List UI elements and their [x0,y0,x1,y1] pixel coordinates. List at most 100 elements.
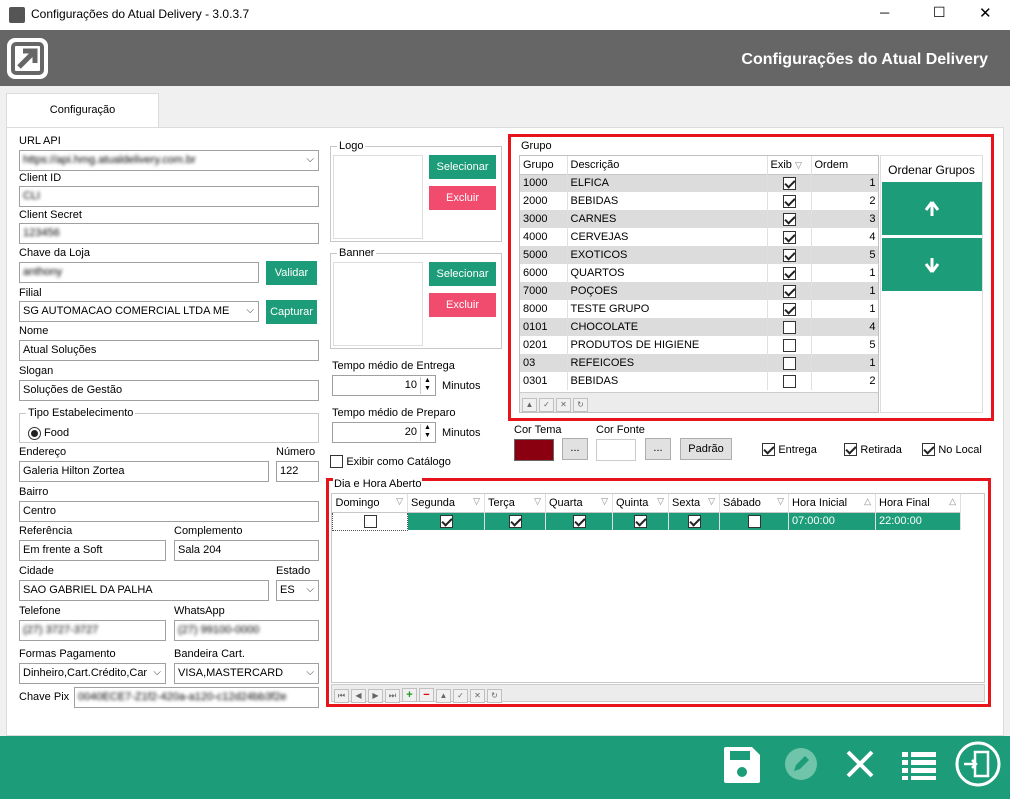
minimize-button[interactable]: ─ [880,5,889,20]
nav-refresh-icon[interactable]: ↻ [487,689,502,703]
grupo-cell-ordem[interactable]: 2 [811,192,878,210]
nav-prior-icon[interactable]: ◀ [351,689,366,703]
retirada-check[interactable] [844,443,857,457]
grupo-cell-exib[interactable] [767,282,812,300]
logo-delete-button[interactable]: Excluir [429,186,496,210]
grupo-cell-exib[interactable] [767,210,812,228]
grupo-cell-exib[interactable] [767,228,812,246]
grupo-cell-ordem[interactable]: 5 [811,246,878,264]
sexta-checkbox[interactable] [687,514,701,528]
grupo-row[interactable]: 3000 CARNES 3 [520,210,878,228]
telefone-field[interactable]: (27) 3727-3727 [19,620,166,641]
quarta-checkbox[interactable] [572,514,586,528]
horario-cell-domingo[interactable] [332,511,408,531]
nav-post-icon[interactable]: ✓ [539,398,554,412]
horario-header-4[interactable]: Quinta ▽ [612,494,669,512]
horario-cell-quinta[interactable] [612,512,669,530]
retirada-checkbox[interactable]: Retirada [844,442,902,457]
nolocal-check[interactable] [922,443,935,457]
grupo-cell-descricao[interactable]: REFEICOES [567,354,768,372]
exib-checkbox[interactable] [782,284,796,298]
nolocal-checkbox[interactable]: No Local [922,442,982,457]
tab-configuracao[interactable]: Configuração [6,93,159,128]
nome-field[interactable]: Atual Soluções [19,340,319,361]
nav-delete-icon[interactable]: − [419,688,434,702]
exib-checkbox[interactable] [782,374,796,388]
grupo-cell-ordem[interactable]: 2 [811,372,878,390]
banner-delete-button[interactable]: Excluir [429,293,496,317]
grupo-row[interactable]: 4000 CERVEJAS 4 [520,228,878,246]
exib-checkbox[interactable] [782,194,796,208]
grupo-row[interactable]: 0201 PRODUTOS DE HIGIENE 5 [520,336,878,354]
cor-fonte-picker-button[interactable]: ... [645,438,671,460]
grupo-cell-exib[interactable] [767,300,812,318]
whatsapp-field[interactable]: (27) 99100-0000 [174,620,319,641]
grupo-cell-descricao[interactable]: PRODUTOS DE HIGIENE [567,336,768,354]
horario-header-5[interactable]: Sexta ▽ [668,494,720,512]
client-secret-field[interactable]: 123456 [19,223,319,244]
numero-field[interactable]: 122 [276,461,319,482]
grupo-row[interactable]: 03 REFEICOES 1 [520,354,878,372]
grupo-cell-descricao[interactable]: CERVEJAS [567,228,768,246]
edit-button[interactable] [784,747,818,781]
grupo-cell-ordem[interactable]: 4 [811,228,878,246]
nav-first-icon[interactable]: ⏮ [334,689,349,703]
grupo-header-grupo[interactable]: Grupo [520,156,568,174]
horario-cell-sexta[interactable] [668,512,720,530]
food-radio[interactable] [28,427,41,440]
chave-loja-field[interactable]: anthony [19,262,259,283]
spin-arrows-icon[interactable]: ▲ ▼ [420,377,434,394]
grupo-cell-descricao[interactable]: POÇOES [567,282,768,300]
logo-select-button[interactable]: Selecionar [429,155,496,179]
filter-icon[interactable]: ▽ [777,496,784,507]
bairro-field[interactable]: Centro [19,501,319,522]
grupo-cell-descricao[interactable]: BEBIDAS [567,192,768,210]
filter-icon[interactable]: ▽ [534,496,541,507]
padrao-button[interactable]: Padrão [680,438,732,460]
exib-checkbox[interactable] [782,176,796,190]
grupo-cell-exib[interactable] [767,372,812,390]
move-down-button[interactable] [882,238,982,291]
url-api-select[interactable]: https://api.hmg.atualdelivery.com.br ⌵ [19,150,319,171]
horario-cell-segunda[interactable] [407,512,485,530]
grupo-row[interactable]: 7000 POÇOES 1 [520,282,878,300]
grupo-cell-descricao[interactable]: ELFICA [567,174,768,192]
quinta-checkbox[interactable] [634,514,647,528]
referencia-field[interactable]: Em frente a Soft [19,540,166,561]
exib-checkbox[interactable] [782,338,796,352]
grupo-header-exib[interactable]: Exib ▽ [767,156,812,174]
exib-checkbox[interactable] [782,320,796,334]
exib-checkbox[interactable] [782,266,796,280]
grupo-cell-ordem[interactable]: 1 [811,174,878,192]
grupo-header-ordem[interactable]: Ordem [811,156,878,174]
grupo-cell-ordem[interactable]: 5 [811,336,878,354]
logo-image-box[interactable] [333,155,423,239]
chave-pix-field[interactable]: 0040ECE7-Z1f2-420a-a120-c12d24bb3f2e [74,687,319,708]
cancel-button[interactable] [843,747,877,781]
nav-last-icon[interactable]: ⏭ [385,689,400,703]
nav-up-icon[interactable]: ▲ [522,398,537,412]
grupo-cell-descricao[interactable]: EXOTICOS [567,246,768,264]
terca-checkbox[interactable] [508,514,522,528]
nav-refresh-icon[interactable]: ↻ [573,398,588,412]
exit-button[interactable] [954,740,1002,788]
close-window-button[interactable]: ✕ [979,4,992,22]
sort-icon[interactable]: △ [864,496,871,507]
banner-select-button[interactable]: Selecionar [429,262,496,286]
grupo-cell-ordem[interactable]: 4 [811,318,878,336]
maximize-button[interactable]: ☐ [933,4,946,21]
exib-checkbox[interactable] [782,212,796,226]
cor-tema-picker-button[interactable]: ... [562,438,588,460]
horario-header-2[interactable]: Terça ▽ [484,494,546,512]
entrega-checkbox[interactable]: Entrega [762,442,817,457]
grupo-cell-descricao[interactable]: CHOCOLATE [567,318,768,336]
grupo-cell-ordem[interactable]: 1 [811,300,878,318]
grupo-header-descricao[interactable]: Descrição [567,156,768,174]
segunda-checkbox[interactable] [439,514,453,528]
nav-up-icon[interactable]: ▲ [436,689,451,703]
horario-cell-terca[interactable] [484,512,546,530]
validar-button[interactable]: Validar [266,261,317,285]
grupo-row[interactable]: 0301 BEBIDAS 2 [520,372,878,390]
grupo-cell-codigo[interactable]: 8000 [520,300,568,318]
exib-checkbox[interactable] [782,356,796,370]
